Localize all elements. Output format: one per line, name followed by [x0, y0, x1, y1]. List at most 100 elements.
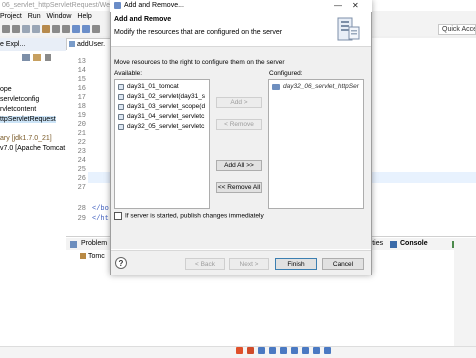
- dialog-description: Modify the resources that are configured…: [114, 29, 283, 36]
- tree-item[interactable]: servletconfig: [0, 96, 39, 103]
- link-editor-icon[interactable]: [33, 54, 41, 61]
- toolbar-icon[interactable]: [32, 25, 40, 33]
- chinese-input-icon[interactable]: [246, 347, 254, 354]
- punctuation-icon[interactable]: [268, 347, 276, 354]
- line-number: 20: [77, 121, 86, 129]
- minimize-button[interactable]: —: [334, 1, 342, 11]
- list-item[interactable]: day32_05_servlet_servletc: [127, 123, 204, 130]
- back-button[interactable]: < Back: [185, 258, 225, 270]
- list-item[interactable]: day31_02_servlet(day31_s: [127, 93, 205, 100]
- line-number: 14: [77, 67, 86, 75]
- server-item[interactable]: Tomc: [80, 253, 105, 260]
- add-all-button[interactable]: Add All >>: [216, 160, 262, 171]
- line-number: 18: [77, 103, 86, 111]
- toolbar-icon[interactable]: [52, 25, 60, 33]
- menu-run[interactable]: Run: [28, 13, 41, 20]
- move-resources-label: Move resources to the right to configure…: [114, 59, 285, 66]
- dialog-title: Add and Remove...: [124, 2, 184, 9]
- web-project-icon: [118, 94, 124, 100]
- code-line[interactable]: </bo: [92, 205, 109, 213]
- microphone-icon[interactable]: [279, 347, 287, 354]
- line-number: 25: [77, 166, 86, 174]
- line-number: 28: [77, 205, 86, 213]
- help-button[interactable]: ?: [115, 257, 127, 269]
- line-number: 13: [77, 58, 86, 66]
- tree-item-jre-label: ary [jdk1.7.0_21]: [0, 135, 52, 142]
- keyboard-icon[interactable]: [290, 347, 298, 354]
- view-menu-icon[interactable]: [45, 54, 51, 61]
- tree-item-server-runtime[interactable]: v7.0 [Apache Tomcat v: [0, 145, 71, 152]
- settings-icon[interactable]: [312, 347, 320, 354]
- moon-icon[interactable]: [257, 347, 265, 354]
- line-number: 27: [77, 184, 86, 192]
- tab-problems[interactable]: Problem: [81, 238, 107, 250]
- configured-list[interactable]: day32_06_servlet_httpSer: [268, 79, 364, 209]
- server-item-label: Tomc: [88, 253, 105, 260]
- toolbar-icon[interactable]: [2, 25, 10, 33]
- server-banner-icon: [337, 17, 360, 41]
- menu-window[interactable]: Window: [47, 13, 72, 20]
- toolbar-icon[interactable]: [62, 25, 70, 33]
- problems-icon: [70, 241, 77, 248]
- tools-icon[interactable]: [323, 347, 331, 354]
- configured-label: Configured:: [269, 70, 303, 77]
- tree-item[interactable]: rvletcontent: [0, 106, 36, 113]
- toolbar-icon[interactable]: [42, 25, 50, 33]
- tab-console[interactable]: Console: [400, 238, 428, 250]
- package-explorer-tab[interactable]: e Expl...: [0, 38, 66, 51]
- tree-item-selected[interactable]: ttpServletRequest: [0, 116, 56, 123]
- line-number: 19: [77, 112, 86, 120]
- input-method-icon[interactable]: [236, 347, 243, 354]
- tree-item-jre[interactable]: ary [jdk1.7.0_21]: [0, 135, 52, 142]
- web-project-icon: [118, 124, 124, 130]
- list-item[interactable]: day31_04_servlet_servletc: [127, 113, 204, 120]
- publish-checkbox-row[interactable]: If server is started, publish changes im…: [114, 212, 264, 220]
- available-list[interactable]: day31_01_tomcat day31_02_servlet(day31_s…: [114, 79, 210, 209]
- publish-checkbox[interactable]: [114, 212, 122, 220]
- menu-help[interactable]: Help: [77, 13, 91, 20]
- menu-project[interactable]: Project: [0, 13, 22, 20]
- remove-button[interactable]: < Remove: [216, 119, 262, 130]
- next-button[interactable]: Next >: [229, 258, 269, 270]
- right-toolbar-strip: [454, 238, 476, 346]
- toolbar-icon[interactable]: [12, 25, 20, 33]
- tree-item[interactable]: ope: [0, 86, 12, 93]
- list-item[interactable]: day31_01_tomcat: [127, 83, 179, 90]
- line-number: 21: [77, 130, 86, 138]
- configured-project-icon: [272, 84, 280, 90]
- list-item[interactable]: day31_03_servlet_scope(d: [127, 103, 205, 110]
- dialog-app-icon: [114, 2, 121, 9]
- cancel-button[interactable]: Cancel: [322, 258, 364, 270]
- dialog-heading: Add and Remove: [114, 16, 172, 23]
- add-button[interactable]: Add >: [216, 97, 262, 108]
- code-line[interactable]: </ht: [92, 215, 109, 223]
- skin-icon[interactable]: [301, 347, 309, 354]
- toolbar-icon[interactable]: [82, 25, 90, 33]
- finish-button[interactable]: Finish: [275, 258, 317, 270]
- line-number: 22: [77, 139, 86, 147]
- available-label: Available:: [114, 70, 143, 77]
- file-icon: [69, 41, 75, 47]
- outline-panel: [0, 243, 67, 346]
- system-tray: [236, 347, 333, 356]
- publish-checkbox-label: If server is started, publish changes im…: [125, 212, 264, 220]
- toolbar-icon[interactable]: [22, 25, 30, 33]
- collapse-all-icon[interactable]: [22, 54, 30, 61]
- toolbar-icon[interactable]: [92, 25, 100, 33]
- line-number: 23: [77, 148, 86, 156]
- line-number: 29: [77, 215, 86, 223]
- tomcat-icon: [80, 253, 86, 260]
- web-project-icon: [118, 114, 124, 120]
- quick-access-input[interactable]: Quick Acces: [438, 24, 476, 35]
- toolbar-icon[interactable]: [72, 25, 80, 33]
- configured-list-item[interactable]: day32_06_servlet_httpSer: [283, 83, 359, 90]
- package-explorer-toolbar: [0, 52, 66, 63]
- console-icon: [390, 241, 397, 248]
- line-number: 26: [77, 175, 86, 183]
- line-number: 17: [77, 94, 86, 102]
- remove-all-button[interactable]: << Remove All: [216, 182, 262, 193]
- line-number: 16: [77, 85, 86, 93]
- web-project-icon: [118, 84, 124, 90]
- line-number: 24: [77, 157, 86, 165]
- close-button[interactable]: ✕: [352, 1, 359, 11]
